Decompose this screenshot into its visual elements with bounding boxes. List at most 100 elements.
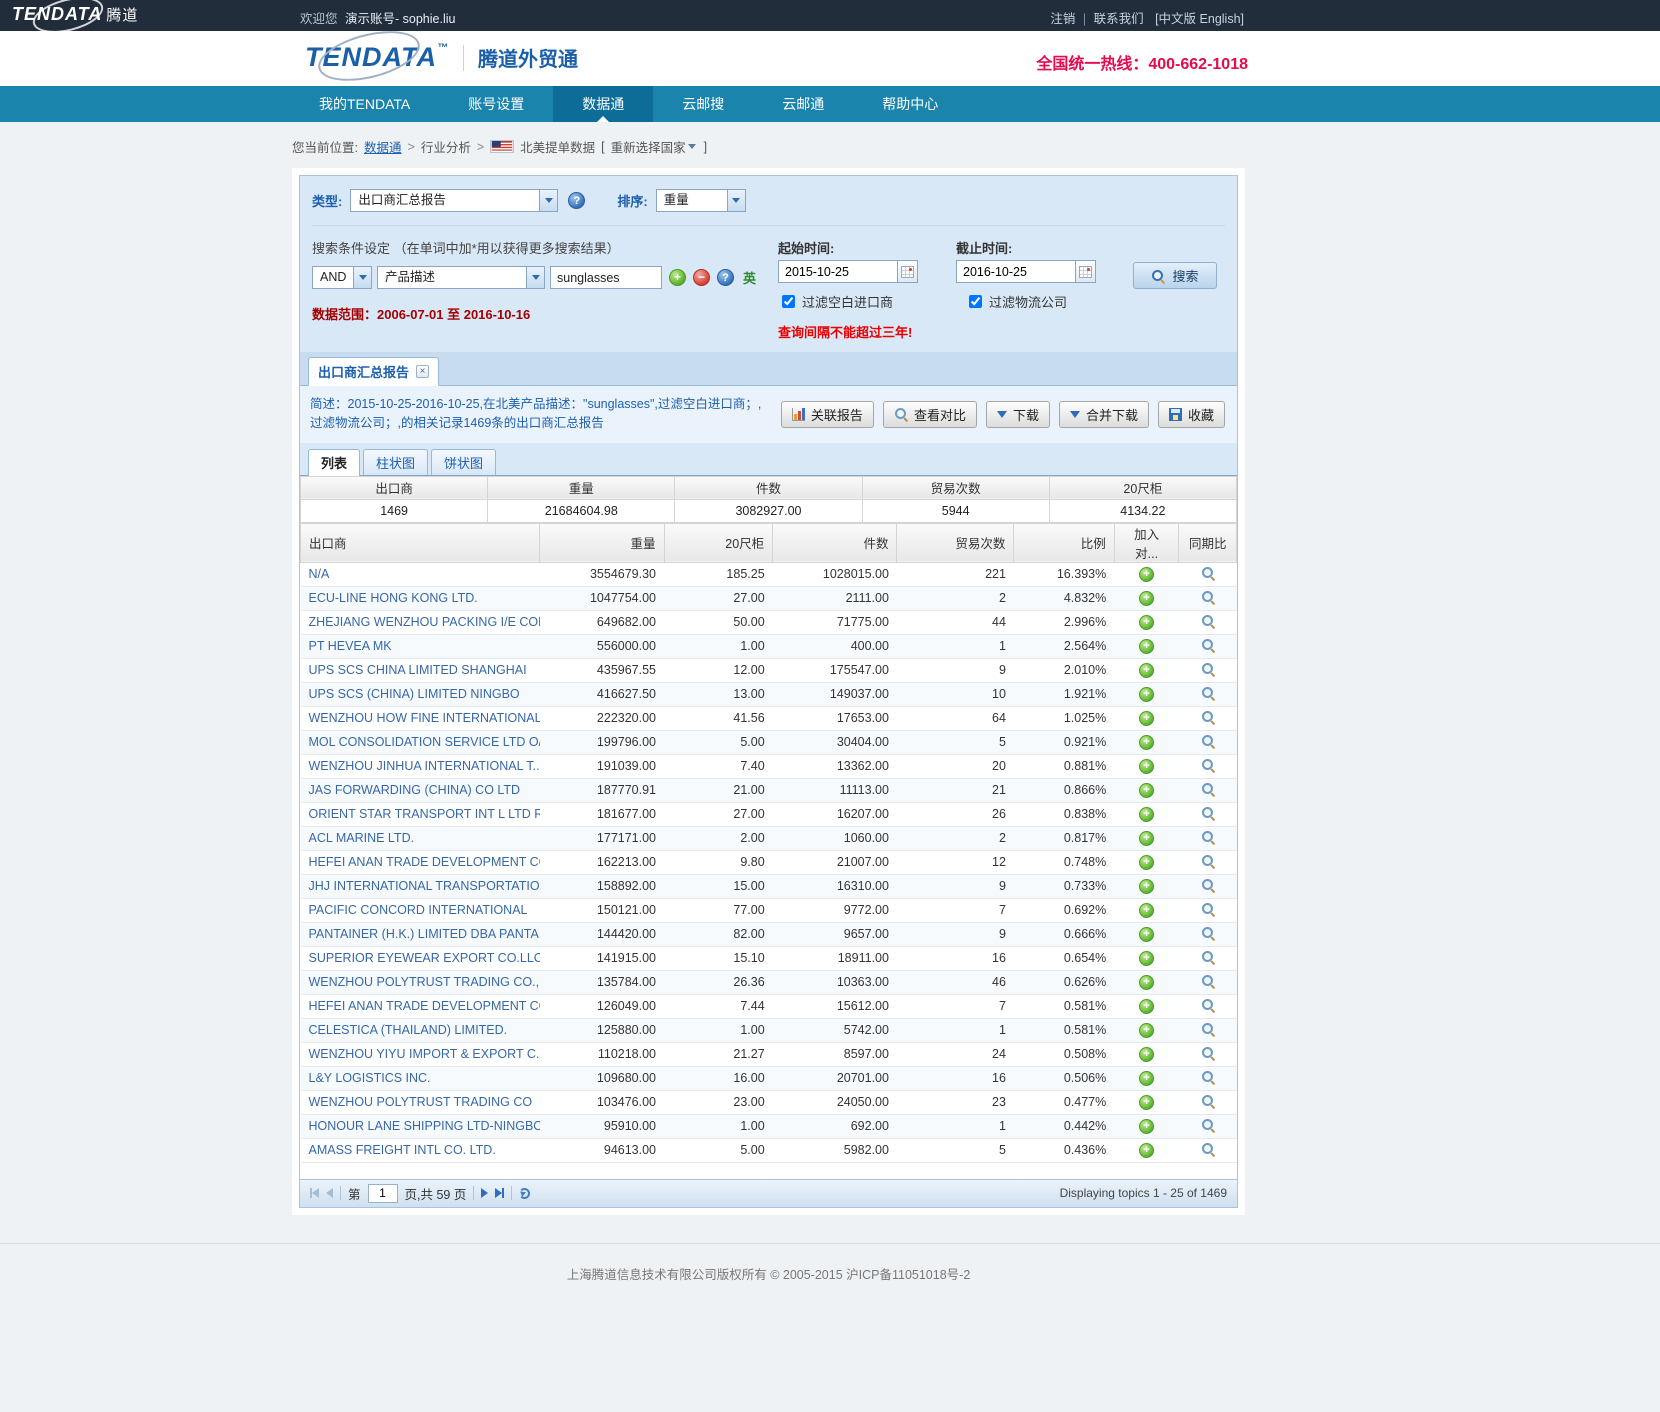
yoy-magnifier-icon[interactable]	[1201, 590, 1215, 604]
close-icon[interactable]	[416, 365, 429, 378]
exporter-name-link[interactable]: JHJ INTERNATIONAL TRANSPORTATIO...	[309, 879, 540, 893]
add-compare-icon[interactable]	[1139, 567, 1154, 582]
exporter-name-link[interactable]: SUPERIOR EYEWEAR EXPORT CO.LLC	[309, 951, 540, 965]
add-compare-icon[interactable]	[1139, 903, 1154, 918]
search-button[interactable]: 搜索	[1133, 262, 1217, 289]
add-compare-icon[interactable]	[1139, 927, 1154, 942]
download-button[interactable]: 下载	[986, 401, 1050, 428]
exporter-name-link[interactable]: WENZHOU POLYTRUST TRADING CO., ...	[309, 975, 540, 989]
merge-download-button[interactable]: 合并下载	[1059, 401, 1149, 428]
add-compare-icon[interactable]	[1139, 1071, 1154, 1086]
add-compare-icon[interactable]	[1139, 1119, 1154, 1134]
exporter-name-link[interactable]: UPS SCS (CHINA) LIMITED NINGBO	[309, 687, 520, 701]
prev-page-button[interactable]	[326, 1188, 333, 1198]
tab-list-view[interactable]: 列表	[308, 449, 360, 476]
exporter-name-link[interactable]: PT HEVEA MK	[309, 639, 392, 653]
yoy-magnifier-icon[interactable]	[1201, 902, 1215, 916]
exporter-name-link[interactable]: AMASS FREIGHT INTL CO. LTD.	[309, 1143, 496, 1157]
exporter-name-link[interactable]: ORIENT STAR TRANSPORT INT L LTD RM	[309, 807, 540, 821]
end-date-input[interactable]	[957, 261, 1075, 282]
yoy-magnifier-icon[interactable]	[1201, 662, 1215, 676]
add-compare-icon[interactable]	[1139, 663, 1154, 678]
add-compare-icon[interactable]	[1139, 879, 1154, 894]
yoy-magnifier-icon[interactable]	[1201, 566, 1215, 580]
add-compare-icon[interactable]	[1139, 639, 1154, 654]
nav-item-help-center[interactable]: 帮助中心	[853, 86, 967, 122]
exporter-name-link[interactable]: WENZHOU JINHUA INTERNATIONAL T...	[309, 759, 540, 773]
tab-bar-chart-view[interactable]: 柱状图	[363, 449, 428, 475]
yoy-magnifier-icon[interactable]	[1201, 1118, 1215, 1132]
help-icon[interactable]	[717, 269, 734, 286]
yoy-magnifier-icon[interactable]	[1201, 878, 1215, 892]
add-compare-icon[interactable]	[1139, 975, 1154, 990]
breadcrumb-link-data-service[interactable]: 数据通	[364, 137, 402, 156]
bool-operator-select[interactable]: AND	[312, 266, 372, 289]
page-number-input[interactable]	[368, 1184, 398, 1203]
exporter-name-link[interactable]: HEFEI ANAN TRADE DEVELOPMENT CO...	[309, 999, 540, 1013]
column-header-quantity[interactable]: 件数	[773, 523, 897, 562]
filter-logistics-checkbox[interactable]	[969, 295, 982, 308]
exporter-name-link[interactable]: ZHEJIANG WENZHOU PACKING I/E CORP.	[309, 615, 540, 629]
exporter-name-link[interactable]: CELESTICA (THAILAND) LIMITED.	[309, 1023, 508, 1037]
logout-link[interactable]: 注销	[1050, 12, 1075, 26]
refresh-icon[interactable]	[519, 1188, 530, 1199]
add-compare-icon[interactable]	[1139, 1095, 1154, 1110]
add-compare-icon[interactable]	[1139, 855, 1154, 870]
exporter-name-link[interactable]: L&Y LOGISTICS INC.	[309, 1071, 431, 1085]
add-compare-icon[interactable]	[1139, 687, 1154, 702]
add-compare-icon[interactable]	[1139, 615, 1154, 630]
view-compare-button[interactable]: 查看对比	[883, 401, 977, 428]
add-compare-icon[interactable]	[1139, 951, 1154, 966]
filter-blank-importer-option[interactable]: 过滤空白进口商	[778, 292, 893, 311]
yoy-magnifier-icon[interactable]	[1201, 1022, 1215, 1036]
nav-item-data-service[interactable]: 数据通	[553, 86, 653, 122]
yoy-magnifier-icon[interactable]	[1201, 998, 1215, 1012]
add-condition-icon[interactable]	[669, 269, 686, 286]
contact-link[interactable]: 联系我们	[1094, 12, 1144, 26]
add-compare-icon[interactable]	[1139, 999, 1154, 1014]
start-date-input[interactable]	[779, 261, 897, 282]
exporter-name-link[interactable]: MOL CONSOLIDATION SERVICE LTD O/B	[309, 735, 540, 749]
add-compare-icon[interactable]	[1139, 831, 1154, 846]
exporter-name-link[interactable]: N/A	[309, 567, 330, 581]
exporter-name-link[interactable]: WENZHOU YIYU IMPORT & EXPORT C...	[309, 1047, 540, 1061]
yoy-magnifier-icon[interactable]	[1201, 710, 1215, 724]
exporter-name-link[interactable]: PACIFIC CONCORD INTERNATIONAL	[309, 903, 528, 917]
yoy-magnifier-icon[interactable]	[1201, 734, 1215, 748]
help-icon[interactable]	[568, 192, 585, 209]
add-compare-icon[interactable]	[1139, 1143, 1154, 1158]
filter-blank-importer-checkbox[interactable]	[782, 295, 795, 308]
exporter-name-link[interactable]: ACL MARINE LTD.	[309, 831, 415, 845]
add-compare-icon[interactable]	[1139, 711, 1154, 726]
exporter-name-link[interactable]: HONOUR LANE SHIPPING LTD-NINGBO	[309, 1119, 540, 1133]
column-header-ratio[interactable]: 比例	[1014, 523, 1114, 562]
keyword-input[interactable]	[550, 266, 662, 289]
column-header-trades[interactable]: 贸易次数	[897, 523, 1014, 562]
add-compare-icon[interactable]	[1139, 1047, 1154, 1062]
report-type-select[interactable]: 出口商汇总报告	[350, 189, 558, 212]
last-page-button[interactable]	[495, 1188, 504, 1198]
add-compare-icon[interactable]	[1139, 591, 1154, 606]
english-toggle-button[interactable]: 英	[743, 268, 756, 287]
language-switch-link[interactable]: [中文版 English]	[1155, 12, 1244, 26]
remove-condition-icon[interactable]	[693, 269, 710, 286]
yoy-magnifier-icon[interactable]	[1201, 638, 1215, 652]
add-compare-icon[interactable]	[1139, 783, 1154, 798]
yoy-magnifier-icon[interactable]	[1201, 1046, 1215, 1060]
exporter-name-link[interactable]: ECU-LINE HONG KONG LTD.	[309, 591, 478, 605]
exporter-name-link[interactable]: UPS SCS CHINA LIMITED SHANGHAI	[309, 663, 527, 677]
exporter-name-link[interactable]: HEFEI ANAN TRADE DEVELOPMENT CO...	[309, 855, 540, 869]
nav-item-cloud-mail-search[interactable]: 云邮搜	[653, 86, 753, 122]
yoy-magnifier-icon[interactable]	[1201, 806, 1215, 820]
calendar-trigger[interactable]	[897, 261, 917, 282]
yoy-magnifier-icon[interactable]	[1201, 974, 1215, 988]
column-header-weight[interactable]: 重量	[540, 523, 664, 562]
favorite-button[interactable]: 收藏	[1158, 401, 1225, 428]
filter-logistics-option[interactable]: 过滤物流公司	[965, 292, 1067, 311]
nav-item-account-settings[interactable]: 账号设置	[439, 86, 553, 122]
yoy-magnifier-icon[interactable]	[1201, 758, 1215, 772]
nav-item-my-tendata[interactable]: 我的TENDATA	[290, 86, 439, 122]
yoy-magnifier-icon[interactable]	[1201, 854, 1215, 868]
exporter-name-link[interactable]: WENZHOU HOW FINE INTERNATIONAL...	[309, 711, 540, 725]
add-compare-icon[interactable]	[1139, 1023, 1154, 1038]
